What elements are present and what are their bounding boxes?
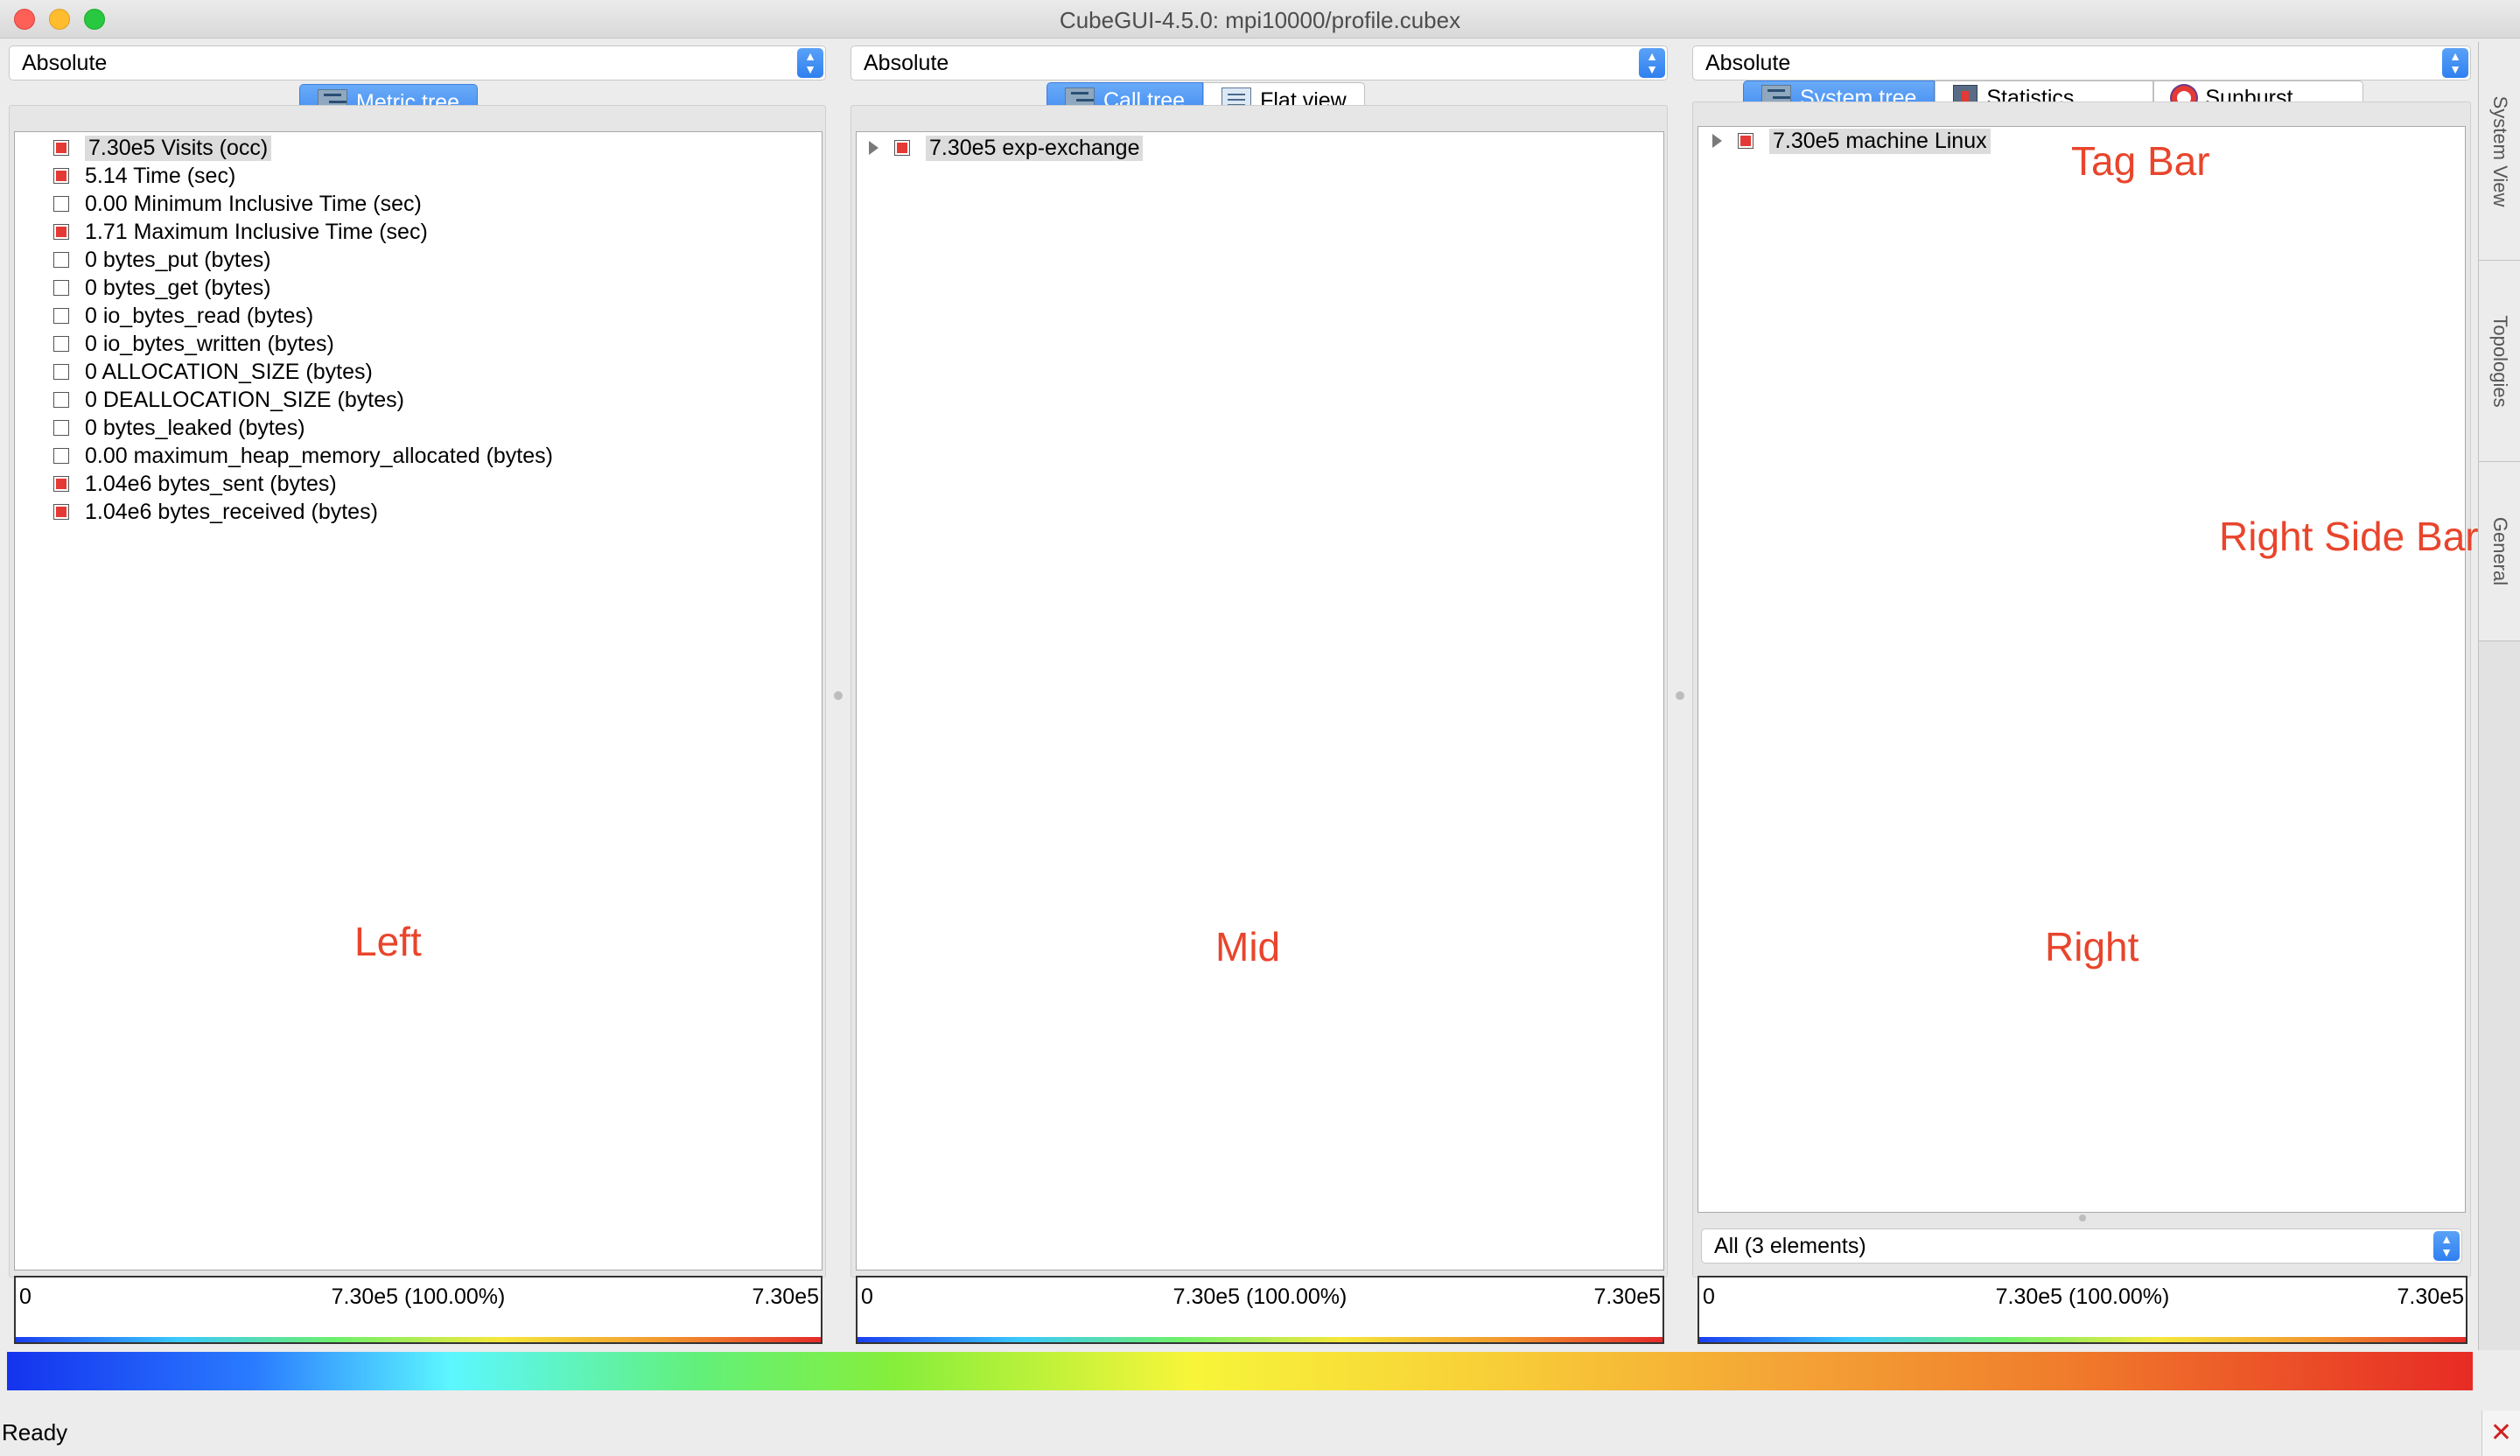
color-box-white-icon bbox=[53, 392, 69, 408]
color-box-red-icon bbox=[53, 168, 69, 184]
color-box-red-icon bbox=[894, 140, 910, 156]
tree-row[interactable]: 7.30e5 Visits (occ) bbox=[53, 134, 272, 162]
right-value-bar: 0 7.30e5 (100.00%) 7.30e5 bbox=[1698, 1276, 2468, 1344]
tagbar-annotation: Tag Bar bbox=[2071, 138, 2210, 184]
title-bar: CubeGUI-4.5.0: mpi10000/profile.cubex bbox=[0, 0, 2520, 38]
right-color-scale bbox=[1699, 1337, 2466, 1342]
sidebar-tab-label: System View bbox=[2489, 95, 2511, 206]
tree-row-label: 1.71 Maximum Inclusive Time (sec) bbox=[85, 219, 428, 244]
select-arrows-icon: ▲ ▼ bbox=[797, 48, 823, 78]
color-box-white-icon bbox=[53, 252, 69, 268]
color-box-red-icon bbox=[53, 476, 69, 492]
tree-row-label: 0 bytes_put (bytes) bbox=[85, 247, 271, 272]
right-annotation: Right bbox=[2045, 924, 2139, 970]
tree-row[interactable]: 0 io_bytes_read (bytes) bbox=[53, 302, 313, 330]
status-bar: Ready ✕ bbox=[0, 1400, 2520, 1456]
tree-row-label: 0 bytes_leaked (bytes) bbox=[85, 415, 305, 440]
tree-row-label: 1.04e6 bytes_sent (bytes) bbox=[85, 471, 337, 496]
global-color-legend bbox=[7, 1352, 2473, 1390]
select-arrows-icon: ▲ ▼ bbox=[2433, 1231, 2460, 1261]
color-box-white-icon bbox=[53, 308, 69, 324]
sidebar-tab-system-view[interactable]: System View bbox=[2479, 42, 2520, 261]
left-mode-value: Absolute bbox=[22, 51, 108, 75]
sidebar-tab-label: Topologies bbox=[2489, 314, 2511, 408]
mid-mode-value: Absolute bbox=[864, 51, 949, 75]
color-box-white-icon bbox=[53, 448, 69, 464]
tree-row[interactable]: 0 ALLOCATION_SIZE (bytes) bbox=[53, 358, 373, 386]
tree-row[interactable]: 1.04e6 bytes_received (bytes) bbox=[53, 498, 378, 526]
right-value-max: 7.30e5 bbox=[2397, 1284, 2464, 1309]
tree-row[interactable]: 5.14 Time (sec) bbox=[53, 162, 235, 190]
sidebar-tab-label: General bbox=[2489, 516, 2511, 586]
right-splitter-handle[interactable] bbox=[1676, 691, 1684, 700]
mid-value-max: 7.30e5 bbox=[1593, 1284, 1661, 1309]
tree-row-label: 0 bytes_get (bytes) bbox=[85, 275, 271, 300]
mid-value-mid: 7.30e5 (100.00%) bbox=[1172, 1284, 1348, 1309]
mid-mode-select[interactable]: Absolute ▲ ▼ bbox=[850, 46, 1668, 80]
tree-row-label: 1.04e6 bytes_received (bytes) bbox=[85, 499, 378, 524]
tree-row-label: 7.30e5 exp-exchange bbox=[926, 135, 1144, 161]
left-value-mid: 7.30e5 (100.00%) bbox=[331, 1284, 506, 1309]
element-filter-select[interactable]: All (3 elements) ▲ ▼ bbox=[1701, 1228, 2462, 1264]
tree-row-label: 0 io_bytes_written (bytes) bbox=[85, 331, 334, 356]
sidebar-tab-general[interactable]: General bbox=[2479, 462, 2520, 641]
left-value-bar: 0 7.30e5 (100.00%) 7.30e5 bbox=[14, 1276, 822, 1344]
expand-arrow-icon[interactable] bbox=[869, 141, 878, 155]
close-x-icon[interactable]: ✕ bbox=[2482, 1410, 2520, 1456]
tree-row[interactable]: 0 io_bytes_written (bytes) bbox=[53, 330, 334, 358]
mid-annotation: Mid bbox=[1215, 924, 1281, 970]
tree-row-label: 7.30e5 machine Linux bbox=[1769, 128, 1991, 154]
color-box-white-icon bbox=[53, 420, 69, 436]
tree-row[interactable]: 1.71 Maximum Inclusive Time (sec) bbox=[53, 218, 428, 246]
call-tree-panel[interactable]: 7.30e5 exp-exchange Mid bbox=[856, 131, 1664, 1270]
left-value-max: 7.30e5 bbox=[752, 1284, 819, 1309]
right-side-bar: System View Topologies General bbox=[2478, 42, 2520, 1350]
left-splitter-handle[interactable] bbox=[834, 691, 843, 700]
tree-row[interactable]: 0.00 Minimum Inclusive Time (sec) bbox=[53, 190, 422, 218]
color-box-red-icon bbox=[1738, 133, 1754, 149]
system-tree-panel[interactable]: 7.30e5 machine Linux Tag Bar Right bbox=[1698, 126, 2466, 1213]
tree-row-label: 0 DEALLOCATION_SIZE (bytes) bbox=[85, 387, 404, 412]
expand-arrow-icon[interactable] bbox=[1712, 134, 1722, 148]
status-text: Ready bbox=[2, 1419, 68, 1446]
color-box-white-icon bbox=[53, 336, 69, 352]
sidebar-annotation: Right Side Bar bbox=[2219, 514, 2479, 559]
tree-row[interactable]: 0 DEALLOCATION_SIZE (bytes) bbox=[53, 386, 404, 414]
mid-color-scale bbox=[858, 1337, 1662, 1342]
color-box-white-icon bbox=[53, 364, 69, 380]
tree-row[interactable]: 7.30e5 exp-exchange bbox=[869, 134, 1144, 162]
tree-row-label: 0 ALLOCATION_SIZE (bytes) bbox=[85, 359, 373, 384]
tree-row-label: 5.14 Time (sec) bbox=[85, 163, 236, 188]
tree-row[interactable]: 0 bytes_put (bytes) bbox=[53, 246, 271, 274]
tree-row[interactable]: 7.30e5 machine Linux bbox=[1712, 127, 1991, 155]
select-arrows-icon: ▲ ▼ bbox=[1639, 48, 1665, 78]
select-arrows-icon: ▲ ▼ bbox=[2442, 48, 2468, 78]
color-box-white-icon bbox=[53, 196, 69, 212]
sidebar-tab-topologies[interactable]: Topologies bbox=[2479, 261, 2520, 462]
left-color-scale bbox=[16, 1337, 821, 1342]
element-filter-value: All (3 elements) bbox=[1714, 1234, 1866, 1258]
tree-row-label: 7.30e5 Visits (occ) bbox=[85, 135, 272, 161]
tree-row[interactable]: 0 bytes_get (bytes) bbox=[53, 274, 271, 302]
color-box-white-icon bbox=[53, 280, 69, 296]
tree-row-label: 0.00 maximum_heap_memory_allocated (byte… bbox=[85, 443, 553, 468]
color-box-red-icon bbox=[53, 504, 69, 520]
tree-row[interactable]: 0.00 maximum_heap_memory_allocated (byte… bbox=[53, 442, 553, 470]
color-box-red-icon bbox=[53, 140, 69, 156]
tree-row[interactable]: 1.04e6 bytes_sent (bytes) bbox=[53, 470, 337, 498]
metric-tree-panel[interactable]: 7.30e5 Visits (occ) 5.14 Time (sec) 0.00 M… bbox=[14, 131, 822, 1270]
mid-value-bar: 0 7.30e5 (100.00%) 7.30e5 bbox=[856, 1276, 1664, 1344]
left-annotation: Left bbox=[354, 919, 422, 964]
right-inner-splitter-handle[interactable] bbox=[2079, 1214, 2086, 1222]
tree-row-label: 0 io_bytes_read (bytes) bbox=[85, 303, 314, 328]
tree-row-label: 0.00 Minimum Inclusive Time (sec) bbox=[85, 191, 422, 216]
right-mode-value: Absolute bbox=[1705, 51, 1791, 75]
window-title: CubeGUI-4.5.0: mpi10000/profile.cubex bbox=[1059, 7, 1461, 33]
tree-row[interactable]: 0 bytes_leaked (bytes) bbox=[53, 414, 305, 442]
color-box-red-icon bbox=[53, 224, 69, 240]
right-value-mid: 7.30e5 (100.00%) bbox=[1995, 1284, 2170, 1309]
right-mode-select[interactable]: Absolute ▲ ▼ bbox=[1692, 46, 2471, 80]
left-mode-select[interactable]: Absolute ▲ ▼ bbox=[9, 46, 826, 80]
